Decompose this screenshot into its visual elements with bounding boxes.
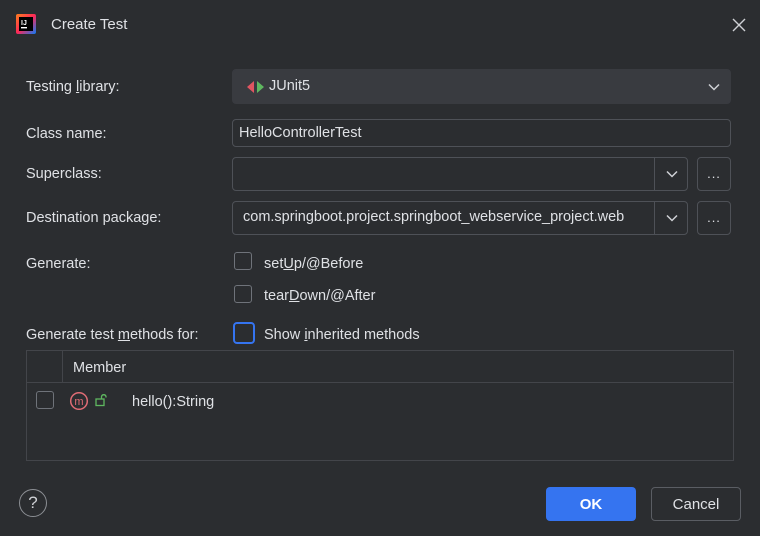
ok-button[interactable]: OK xyxy=(546,487,636,521)
destination-package-value: com.springboot.project.springboot_webser… xyxy=(243,209,625,225)
testing-library-value: JUnit5 xyxy=(269,78,311,94)
column-header-member[interactable]: Member xyxy=(73,360,126,376)
testing-library-label: Testing library: xyxy=(26,79,120,95)
setup-checkbox[interactable] xyxy=(234,252,252,270)
junit5-icon xyxy=(246,80,266,97)
column-divider xyxy=(62,351,63,382)
destination-package-combo[interactable]: com.springboot.project.springboot_webser… xyxy=(232,201,688,235)
teardown-label[interactable]: tearDown/@After xyxy=(264,288,375,304)
cancel-button[interactable]: Cancel xyxy=(651,487,741,521)
row-checkbox[interactable] xyxy=(36,391,54,409)
teardown-checkbox[interactable] xyxy=(234,285,252,303)
generate-label: Generate: xyxy=(26,256,91,272)
superclass-combo[interactable] xyxy=(232,157,688,191)
destination-package-label: Destination package: xyxy=(26,210,162,226)
show-inherited-checkbox[interactable] xyxy=(233,322,255,344)
chevron-down-icon xyxy=(708,70,720,103)
setup-label[interactable]: setUp/@Before xyxy=(264,256,363,272)
svg-text:m: m xyxy=(74,396,83,408)
superclass-browse-button[interactable]: ... xyxy=(697,157,731,191)
class-name-input[interactable]: HelloControllerTest xyxy=(232,119,731,147)
svg-text:IJ: IJ xyxy=(21,20,27,27)
member-name: hello():String xyxy=(132,394,215,410)
intellij-idea-icon: IJ xyxy=(16,14,36,34)
close-icon[interactable] xyxy=(728,14,750,36)
table-row[interactable]: m hello():String xyxy=(27,383,733,419)
chevron-down-icon[interactable] xyxy=(655,158,688,190)
public-visibility-icon xyxy=(95,393,107,410)
dialog-titlebar: IJ Create Test xyxy=(0,0,760,50)
class-name-value: HelloControllerTest xyxy=(239,125,362,141)
superclass-label: Superclass: xyxy=(26,166,102,182)
dialog-title: Create Test xyxy=(51,16,128,33)
show-inherited-label[interactable]: Show inherited methods xyxy=(264,327,420,343)
help-button[interactable]: ? xyxy=(19,489,47,517)
members-table: Member m hello():String xyxy=(26,350,734,461)
chevron-down-icon[interactable] xyxy=(655,202,688,234)
testing-library-select[interactable]: JUnit5 xyxy=(232,69,731,104)
destination-package-browse-button[interactable]: ... xyxy=(697,201,731,235)
class-name-label: Class name: xyxy=(26,126,107,142)
method-icon: m xyxy=(69,391,89,414)
generate-methods-label: Generate test methods for: xyxy=(26,327,199,343)
table-header: Member xyxy=(27,351,733,383)
